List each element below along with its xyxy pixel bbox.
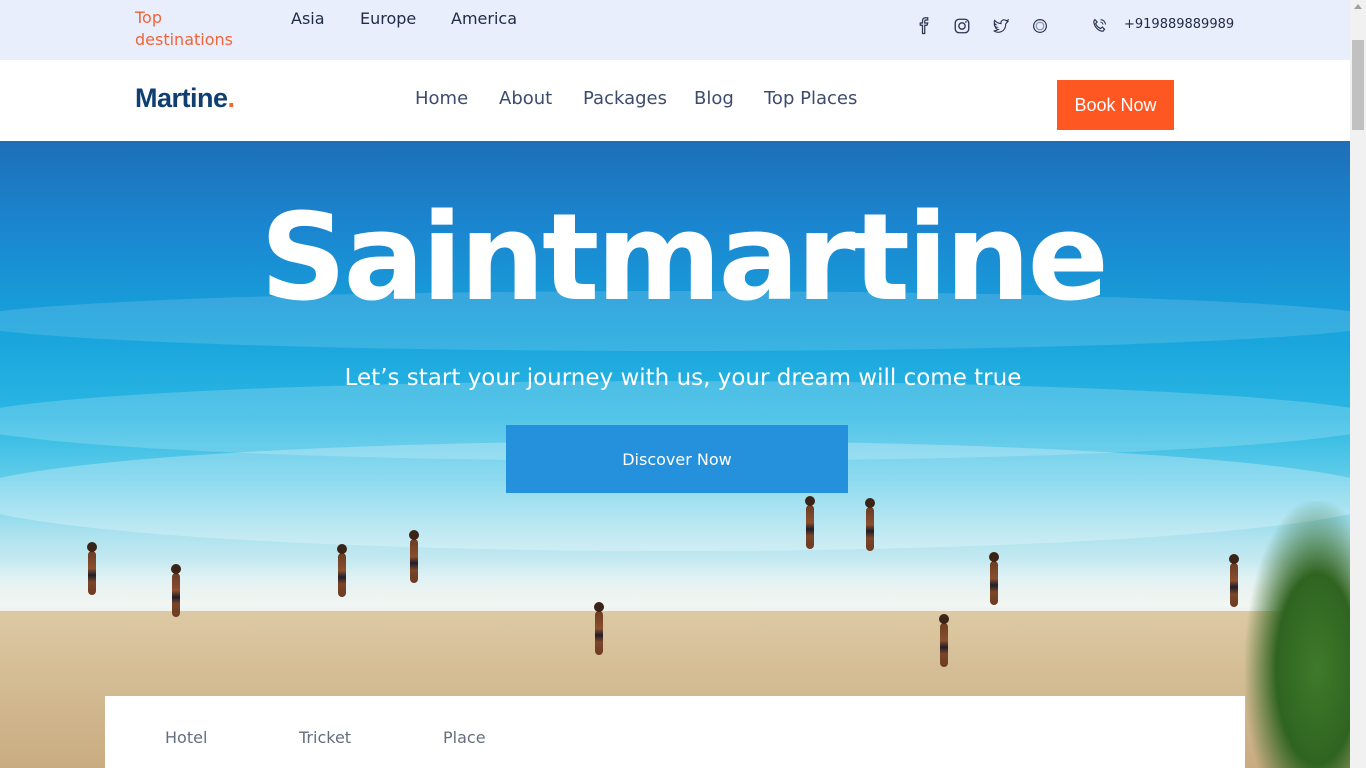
- logo-text: Martine: [135, 83, 228, 113]
- beach-person: [1229, 554, 1239, 607]
- page-scrollbar[interactable]: [1350, 0, 1366, 768]
- logo-dot: .: [227, 83, 236, 113]
- book-now-button[interactable]: Book Now: [1057, 80, 1174, 130]
- beach-person: [989, 552, 999, 605]
- beach-person: [865, 498, 875, 551]
- site-logo[interactable]: Martine.: [135, 83, 235, 114]
- nav-link-packages[interactable]: Packages: [583, 88, 667, 109]
- hero-banner: Saintmartine Let’s start your journey wi…: [0, 141, 1350, 768]
- top-bar: Top destinations Asia Europe America +91…: [0, 0, 1350, 60]
- scrollbar-thumb[interactable]: [1352, 40, 1364, 130]
- skype-icon[interactable]: [1031, 17, 1049, 35]
- beach-person: [939, 614, 949, 667]
- facebook-icon[interactable]: [915, 17, 933, 35]
- search-panel: Hotel Tricket Place: [105, 696, 1245, 768]
- beach-person: [409, 530, 419, 583]
- tab-hotel[interactable]: Hotel: [165, 728, 207, 747]
- nav-link-blog[interactable]: Blog: [694, 88, 734, 109]
- region-link-america[interactable]: America: [451, 9, 517, 28]
- beach-person: [337, 544, 347, 597]
- nav-link-top-places[interactable]: Top Places: [764, 88, 857, 109]
- tab-place[interactable]: Place: [443, 728, 486, 747]
- tab-tricket[interactable]: Tricket: [299, 728, 351, 747]
- phone-icon: [1090, 17, 1108, 35]
- nav-link-home[interactable]: Home: [415, 88, 468, 109]
- region-link-europe[interactable]: Europe: [360, 9, 416, 28]
- main-navbar: Martine. Home About Packages Blog Top Pl…: [0, 60, 1350, 141]
- region-link-asia[interactable]: Asia: [291, 9, 325, 28]
- nav-link-about[interactable]: About: [499, 88, 552, 109]
- discover-now-button[interactable]: Discover Now: [506, 425, 848, 493]
- beach-person: [805, 496, 815, 549]
- hero-subtitle: Let’s start your journey with us, your d…: [344, 365, 1022, 391]
- beach-person: [594, 602, 604, 655]
- twitter-icon[interactable]: [992, 17, 1010, 35]
- scroll-up-arrow-icon[interactable]: [1354, 4, 1362, 9]
- palm-tree-decoration: [1245, 501, 1350, 768]
- phone-number[interactable]: +919889889989: [1124, 17, 1234, 32]
- beach-person: [87, 542, 97, 595]
- top-destinations-label: Top destinations: [135, 8, 233, 49]
- hero-title: Saintmartine: [260, 189, 1109, 328]
- instagram-icon[interactable]: [953, 17, 971, 35]
- beach-person: [171, 564, 181, 617]
